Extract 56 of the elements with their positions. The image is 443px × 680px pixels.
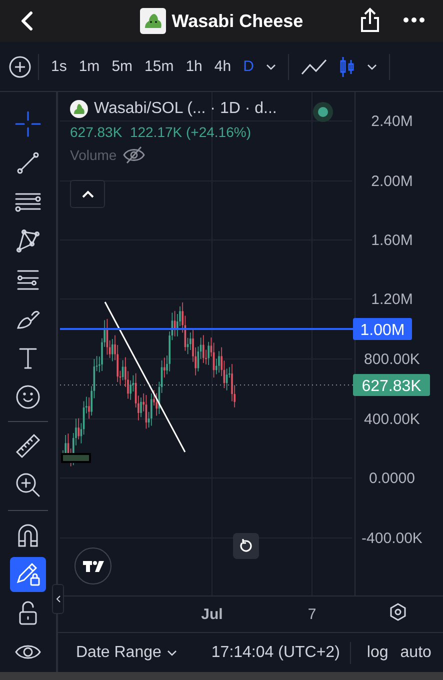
sidebar-toggle[interactable] bbox=[52, 584, 64, 614]
caret-icon[interactable] bbox=[266, 64, 276, 70]
logo-icon[interactable] bbox=[74, 547, 112, 585]
price-change: 627.83K 122.17K (+24.16%) bbox=[70, 124, 252, 140]
pencil-lock-icon bbox=[15, 561, 41, 588]
more-icon[interactable] bbox=[403, 17, 425, 23]
caret-icon[interactable] bbox=[366, 64, 377, 70]
price-tick: -400.00K bbox=[362, 530, 422, 547]
interval-tab[interactable]: D bbox=[237, 58, 260, 75]
interval-tab[interactable]: 15m bbox=[138, 58, 180, 75]
share-icon[interactable] bbox=[359, 7, 381, 33]
price-tick: 1.20M bbox=[371, 291, 413, 308]
candles-icon[interactable] bbox=[338, 56, 355, 78]
trend-line-icon bbox=[15, 150, 41, 176]
trend-line[interactable] bbox=[104, 302, 186, 452]
scale-button[interactable]: log bbox=[360, 644, 394, 662]
add-icon[interactable] bbox=[8, 54, 32, 78]
token-logo-icon bbox=[70, 100, 88, 118]
price-label: 627.83K bbox=[353, 374, 430, 396]
symbol-title[interactable]: Wasabi/SOL (... · 1D · d... bbox=[94, 100, 277, 118]
price-label: 1.00M bbox=[353, 318, 412, 340]
price-tick: 800.00K bbox=[364, 351, 420, 368]
scale-button[interactable]: auto bbox=[394, 644, 438, 662]
interval-tab[interactable]: 1s bbox=[45, 58, 73, 75]
line-chart-icon[interactable] bbox=[300, 58, 327, 76]
volume-label: Volume bbox=[70, 147, 117, 163]
reset-button[interactable] bbox=[233, 533, 259, 559]
settings-icon[interactable] bbox=[390, 603, 406, 621]
chevron-left-icon bbox=[56, 595, 60, 603]
back-icon[interactable] bbox=[20, 11, 34, 31]
token-logo-icon bbox=[140, 8, 166, 34]
page-title: Wasabi Cheese bbox=[172, 10, 304, 32]
interval-tab[interactable]: 5m bbox=[106, 58, 139, 75]
clock-time: 17:14:04 (UTC+2) bbox=[211, 644, 340, 662]
chevron-up-icon bbox=[82, 190, 94, 198]
time-label: Jul bbox=[201, 606, 223, 623]
price-tick: 0.0000 bbox=[369, 470, 415, 487]
date-range-button[interactable]: Date Range bbox=[76, 644, 178, 662]
price-tick: 1.60M bbox=[371, 232, 413, 249]
ruler-icon bbox=[15, 433, 41, 460]
caret-icon bbox=[167, 650, 178, 656]
price-tick: 2.40M bbox=[371, 113, 413, 130]
reset-icon bbox=[239, 539, 253, 553]
crosshair-icon bbox=[15, 110, 41, 136]
interval-tab[interactable]: 1h bbox=[180, 58, 208, 75]
price-tick: 2.00M bbox=[371, 173, 413, 190]
zoom-in-icon bbox=[15, 472, 41, 498]
eye-off-icon[interactable] bbox=[122, 146, 145, 164]
smiley-icon bbox=[15, 384, 41, 410]
status-dot bbox=[313, 102, 333, 122]
collapse-button[interactable] bbox=[70, 180, 105, 208]
pattern-icon bbox=[15, 228, 41, 254]
interval-tab[interactable]: 4h bbox=[208, 58, 238, 75]
price-tick: 400.00K bbox=[364, 411, 420, 428]
time-label: 7 bbox=[308, 606, 316, 623]
interval-tab[interactable]: 1m bbox=[72, 58, 106, 75]
